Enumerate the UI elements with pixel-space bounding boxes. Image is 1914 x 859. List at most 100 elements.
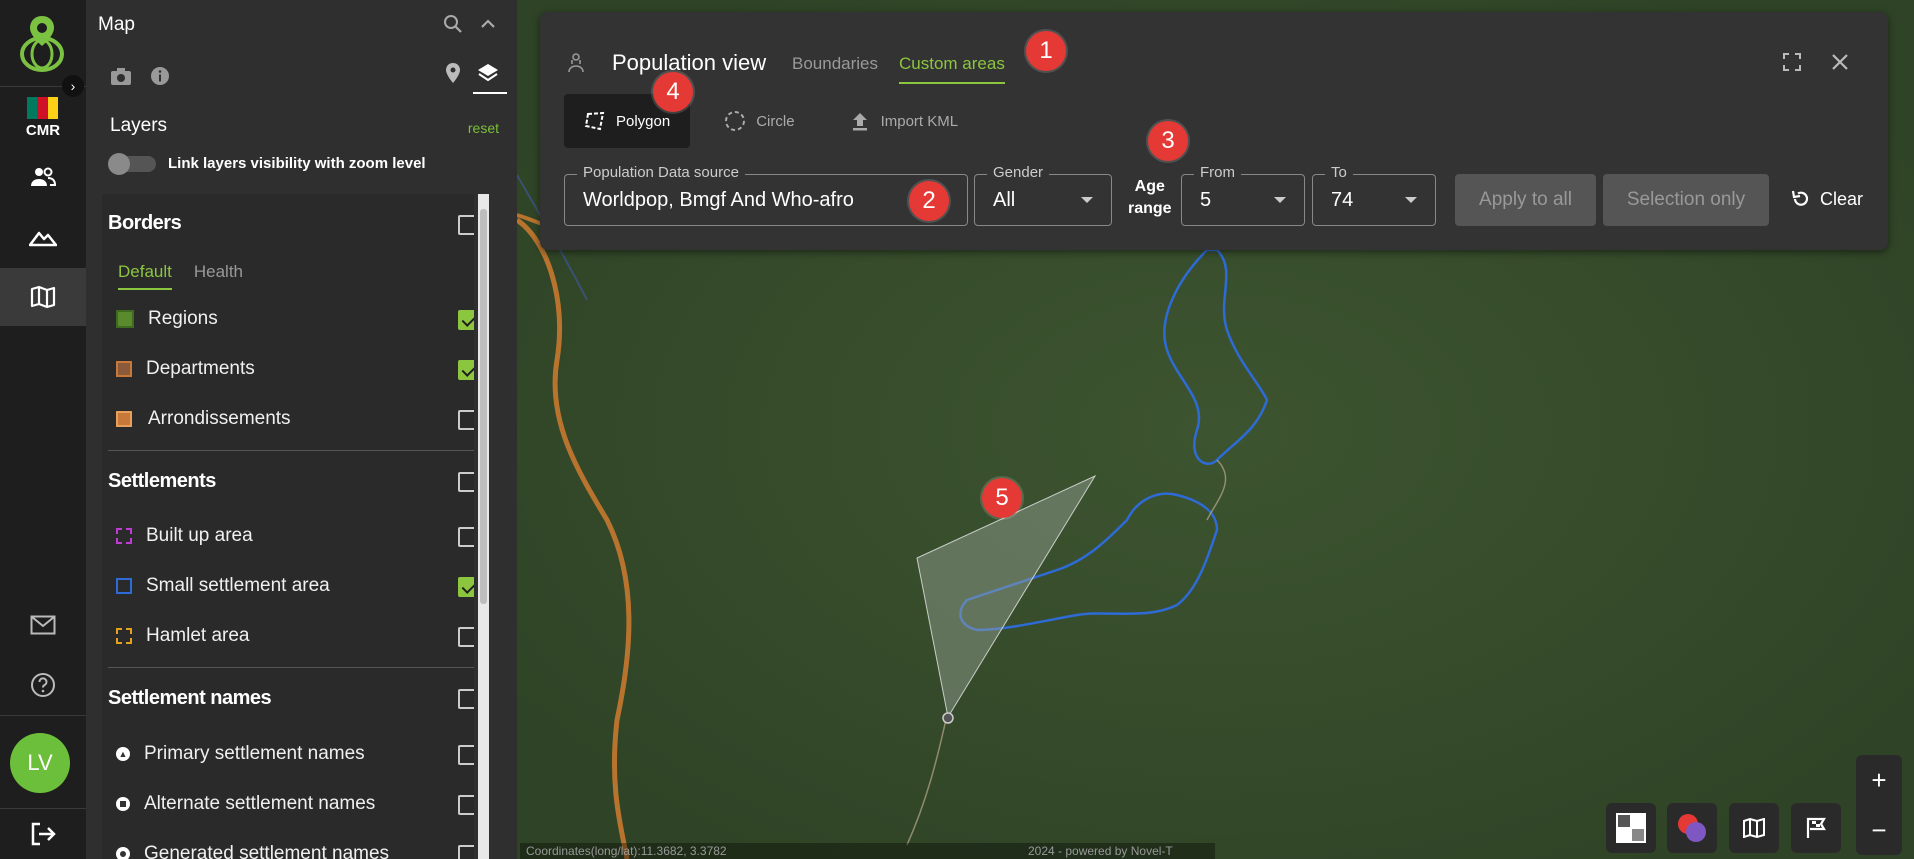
map-view-button[interactable] xyxy=(1729,803,1779,853)
arrondissements-checkbox[interactable] xyxy=(458,410,474,430)
section-divider xyxy=(108,450,474,451)
basemap-toggle-button[interactable] xyxy=(1606,803,1656,853)
data-source-label: Population Data source xyxy=(577,164,745,181)
age-range-label: Age range xyxy=(1128,176,1172,220)
reset-link[interactable]: reset xyxy=(468,120,499,136)
selection-only-button[interactable]: Selection only xyxy=(1603,174,1769,226)
tab-health[interactable]: Health xyxy=(194,262,243,290)
coordinates-readout: Coordinates(long/lat):11.3682, 3.3782 xyxy=(526,844,727,858)
powered-by-credit: 2024 - powered by Novel-T xyxy=(1028,844,1173,858)
from-label: From xyxy=(1194,164,1241,181)
close-icon[interactable] xyxy=(1830,52,1850,72)
search-icon[interactable] xyxy=(443,14,463,34)
panel-view-tabs xyxy=(445,62,507,94)
regions-checkbox[interactable] xyxy=(458,310,474,330)
square-icon xyxy=(116,797,130,811)
age-label-line2: range xyxy=(1128,200,1172,217)
link-layers-label: Link layers visibility with zoom level xyxy=(168,155,426,172)
import-kml-button[interactable]: Import KML xyxy=(829,94,979,148)
layer-label: Hamlet area xyxy=(146,625,250,646)
layer-label: Arrondissements xyxy=(148,408,291,429)
flag-button[interactable] xyxy=(1791,803,1841,853)
departments-checkbox[interactable] xyxy=(458,360,474,380)
departments-legend-icon xyxy=(116,361,132,377)
users-icon[interactable] xyxy=(0,148,86,206)
annotation-badge: 5 xyxy=(982,478,1022,518)
logout-icon[interactable] xyxy=(0,810,86,858)
alternate-names-checkbox[interactable] xyxy=(458,795,474,815)
generated-names-checkbox[interactable] xyxy=(458,845,474,859)
info-icon[interactable] xyxy=(150,66,170,86)
primary-names-checkbox[interactable] xyxy=(458,745,474,765)
small-settlement-checkbox[interactable] xyxy=(458,577,474,597)
chevron-down-icon xyxy=(1081,197,1093,203)
hamlet-area-checkbox[interactable] xyxy=(458,627,474,647)
tab-boundaries[interactable]: Boundaries xyxy=(792,54,878,74)
layers-scrollbar[interactable] xyxy=(478,194,489,859)
borders-checkbox[interactable] xyxy=(458,215,474,235)
app-logo-icon[interactable] xyxy=(14,10,70,74)
zoom-controls: + − xyxy=(1856,755,1902,855)
overlay-toggle-button[interactable] xyxy=(1667,803,1717,853)
clear-label: Clear xyxy=(1820,188,1864,209)
data-source-field[interactable]: Population Data source Worldpop, Bmgf An… xyxy=(564,164,968,226)
section-title-settlement-names: Settlement names xyxy=(108,687,272,709)
section-title-borders: Borders xyxy=(108,212,182,234)
help-icon[interactable] xyxy=(0,656,86,714)
link-layers-toggle-row: Link layers visibility with zoom level xyxy=(108,152,426,175)
camera-icon[interactable] xyxy=(110,66,132,86)
gender-label: Gender xyxy=(987,164,1050,181)
age-to-select[interactable]: To 74 xyxy=(1312,164,1436,226)
fullscreen-icon[interactable] xyxy=(1782,52,1802,72)
tab-custom-areas[interactable]: Custom areas xyxy=(899,54,1005,84)
population-view-panel: Population view Boundaries Custom areas … xyxy=(540,12,1888,250)
collapse-chevron-icon[interactable] xyxy=(479,14,497,34)
tab-default[interactable]: Default xyxy=(118,262,172,290)
mail-icon[interactable] xyxy=(0,596,86,654)
layer-item-hamlet-area: Hamlet area xyxy=(116,625,250,647)
country-code: CMR xyxy=(25,122,61,139)
layers-icon[interactable] xyxy=(477,62,499,84)
layer-item-regions: Regions xyxy=(116,308,218,330)
data-source-value: Worldpop, Bmgf And Who-afro xyxy=(583,189,854,211)
rail-divider xyxy=(0,715,86,716)
chevron-down-icon xyxy=(1405,197,1417,203)
built-up-area-checkbox[interactable] xyxy=(458,527,474,547)
built-up-legend-icon xyxy=(116,528,132,544)
apply-to-all-button[interactable]: Apply to all xyxy=(1455,174,1596,226)
zoom-out-button[interactable]: − xyxy=(1856,805,1902,855)
panel-tools xyxy=(110,66,170,86)
gender-select[interactable]: Gender All xyxy=(974,164,1112,226)
user-avatar[interactable]: LV xyxy=(10,733,70,793)
circle-button[interactable]: Circle xyxy=(704,94,814,148)
age-from-select[interactable]: From 5 xyxy=(1181,164,1305,226)
triangle-icon: ▲ xyxy=(116,747,130,761)
layer-item-alternate-names: Alternate settlement names xyxy=(116,793,375,815)
layer-label: Departments xyxy=(146,358,255,379)
terrain-icon[interactable] xyxy=(0,208,86,266)
country-flag[interactable] xyxy=(27,97,58,119)
layer-label: Primary settlement names xyxy=(144,743,365,764)
rail-divider xyxy=(0,808,86,809)
map-footer: Coordinates(long/lat):11.3682, 3.3782 20… xyxy=(520,843,1215,859)
regions-legend-icon xyxy=(116,310,134,328)
panel-header-actions xyxy=(443,14,497,34)
settlements-checkbox[interactable] xyxy=(458,472,474,492)
nav-rail: › CMR LV xyxy=(0,0,86,859)
polygon-vertex[interactable] xyxy=(942,712,954,724)
annotation-badge: 2 xyxy=(909,181,949,221)
location-pin-icon[interactable] xyxy=(445,62,461,84)
clear-button[interactable]: Clear xyxy=(1790,188,1863,210)
map-icon[interactable] xyxy=(0,268,86,326)
annotation-badge: 4 xyxy=(653,72,693,112)
layer-item-built-up-area: Built up area xyxy=(116,525,253,547)
scrollbar-thumb[interactable] xyxy=(480,209,487,604)
layer-item-generated-names: Generated settlement names xyxy=(116,843,389,859)
layer-label: Generated settlement names xyxy=(144,843,390,859)
polygon-label: Polygon xyxy=(616,112,671,130)
to-label: To xyxy=(1325,164,1353,181)
zoom-in-button[interactable]: + xyxy=(1856,755,1902,805)
link-layers-toggle[interactable] xyxy=(108,152,156,175)
settlement-names-checkbox[interactable] xyxy=(458,689,474,709)
expand-panel-button[interactable]: › xyxy=(62,75,84,97)
